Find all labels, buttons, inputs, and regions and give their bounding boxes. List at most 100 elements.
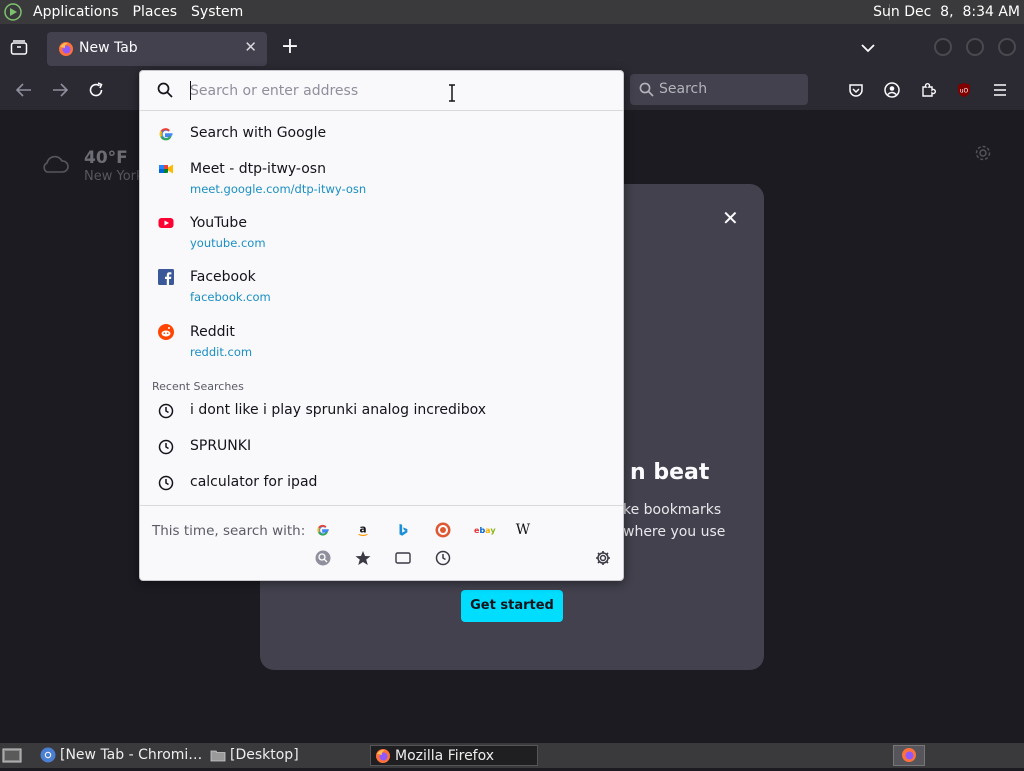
reddit-icon — [158, 324, 174, 340]
one-off-divider — [140, 505, 623, 506]
account-button[interactable] — [882, 80, 902, 100]
google-icon — [158, 126, 174, 142]
search-with-google-row[interactable]: Search with Google — [140, 121, 623, 147]
firefox-view-button[interactable] — [6, 36, 32, 60]
tab-bar: New Tab ✕ + — [0, 24, 1024, 70]
bookmarks-star-icon[interactable] — [354, 549, 372, 567]
search-with-google-label: Search with Google — [190, 125, 327, 141]
taskbar-item-firefox[interactable]: Mozilla Firefox — [370, 745, 538, 766]
get-started-button[interactable]: Get started — [461, 590, 563, 622]
history-clock-icon[interactable] — [434, 549, 452, 567]
panel-clock[interactable]: Sun Dec 8, 8:34 AM — [873, 0, 1020, 24]
back-button[interactable] — [14, 80, 34, 100]
ebay-engine-icon[interactable]: ebay — [474, 521, 496, 539]
pocket-icon — [849, 84, 863, 97]
text-caret — [190, 81, 191, 100]
taskbar-item-desktop[interactable]: [Desktop] — [206, 745, 366, 766]
ublock-origin-button[interactable]: uO — [954, 80, 974, 100]
svg-text:uO: uO — [960, 88, 969, 95]
result-facebook[interactable]: Facebook facebook.com — [140, 263, 623, 309]
amazon-engine-icon[interactable]: a — [354, 521, 372, 539]
result-reddit[interactable]: Reddit reddit.com — [140, 318, 623, 364]
recent-search-item[interactable]: calculator for ipad — [140, 471, 623, 497]
result-title: YouTube — [190, 215, 247, 231]
modal-close-icon[interactable]: ✕ — [722, 206, 739, 230]
google-meet-icon — [158, 161, 174, 177]
result-title: Meet - dtp-itwy-osn — [190, 161, 326, 177]
tab-title: New Tab — [79, 40, 138, 56]
show-desktop-icon[interactable] — [2, 746, 22, 764]
clock-icon — [158, 439, 174, 455]
extensions-button[interactable] — [918, 80, 938, 100]
arrow-right-icon — [53, 83, 68, 97]
modal-body-text: ke bookmarks where you use — [623, 502, 726, 540]
hamburger-menu-icon — [994, 84, 1006, 96]
duckduckgo-engine-icon[interactable] — [434, 521, 452, 539]
search-icon — [157, 82, 173, 102]
forward-button[interactable] — [50, 80, 70, 100]
window-minimize-button[interactable] — [934, 38, 952, 56]
search-bar-placeholder: Search — [659, 81, 708, 97]
menu-places[interactable]: Places — [126, 0, 185, 24]
weather-location: New York — [84, 169, 144, 184]
menu-applications[interactable]: Applications — [26, 0, 126, 24]
folder-icon — [210, 747, 226, 763]
window-maximize-button[interactable] — [966, 38, 984, 56]
taskbar-item-chromium[interactable]: [New Tab - Chromi… — [36, 745, 203, 766]
ublock-shield-icon: uO — [958, 83, 970, 97]
google-engine-icon[interactable] — [314, 521, 332, 539]
new-tab-button[interactable]: + — [278, 34, 302, 60]
result-url: facebook.com — [190, 290, 271, 304]
clock-icon — [158, 403, 174, 419]
result-title: Facebook — [190, 269, 256, 285]
firefox-icon — [901, 747, 917, 767]
wikipedia-engine-icon[interactable]: W — [514, 521, 532, 539]
recent-search-text: i dont like i play sprunki analog incred… — [190, 402, 487, 418]
menu-logo-icon[interactable] — [0, 0, 26, 24]
result-url: reddit.com — [190, 345, 253, 359]
tab-close-icon[interactable]: ✕ — [244, 38, 257, 56]
result-url: youtube.com — [190, 236, 266, 250]
account-icon — [884, 82, 900, 98]
clock-icon — [158, 475, 174, 491]
recent-search-item[interactable]: i dont like i play sprunki analog incred… — [140, 399, 623, 425]
app-menu-button[interactable] — [990, 80, 1010, 100]
address-input[interactable] — [190, 80, 610, 102]
search-settings-gear-icon[interactable] — [594, 549, 612, 567]
search-icon — [639, 82, 654, 101]
chevron-down-icon — [861, 44, 875, 53]
taskbar-item-label: [Desktop] — [230, 747, 299, 763]
menu-system[interactable]: System — [184, 0, 250, 24]
result-meet[interactable]: Meet - dtp-itwy-osn meet.google.com/dtp-… — [140, 155, 623, 201]
weather-temperature[interactable]: 40°F — [84, 148, 128, 168]
firefox-icon — [375, 748, 391, 764]
recent-search-text: calculator for ipad — [190, 474, 318, 490]
chromium-icon — [40, 747, 56, 763]
customize-gear-icon[interactable] — [974, 144, 992, 166]
search-mode-icon[interactable] — [314, 549, 332, 567]
tabs-icon[interactable] — [394, 549, 412, 567]
reload-button[interactable] — [86, 80, 106, 100]
plus-icon: + — [280, 34, 300, 59]
result-title: Reddit — [190, 324, 235, 340]
system-top-panel: Applications Places System Sun Dec 8, 8:… — [0, 0, 1024, 24]
workspace-switcher[interactable] — [893, 745, 925, 766]
result-youtube[interactable]: YouTube youtube.com — [140, 209, 623, 255]
result-url: meet.google.com/dtp-itwy-osn — [190, 182, 367, 196]
window-close-button[interactable] — [998, 38, 1016, 56]
recent-searches-heading: Recent Searches — [152, 380, 244, 393]
pocket-button[interactable] — [846, 80, 866, 100]
bing-engine-icon[interactable] — [394, 521, 412, 539]
tab-new-tab[interactable]: New Tab ✕ — [47, 32, 267, 66]
one-off-search-label: This time, search with: — [152, 523, 306, 539]
search-bar[interactable]: Search — [630, 74, 808, 105]
list-all-tabs-button[interactable] — [856, 36, 880, 60]
arrow-left-icon — [16, 83, 31, 97]
recent-search-item[interactable]: SPRUNKI — [140, 435, 623, 461]
youtube-icon — [158, 215, 174, 231]
svg-text:ebay: ebay — [474, 526, 496, 535]
mouse-ibeam-cursor-icon — [447, 84, 457, 102]
svg-text:a: a — [359, 524, 366, 536]
taskbar-item-label: [New Tab - Chromi… — [60, 747, 203, 763]
taskbar-item-label: Mozilla Firefox — [395, 748, 495, 764]
